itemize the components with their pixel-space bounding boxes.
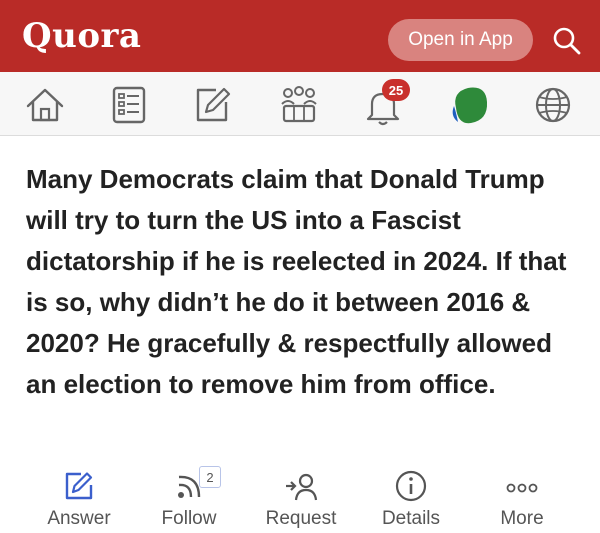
- more-button[interactable]: More: [467, 462, 577, 533]
- question-action-bar: Answer 2 Follow Request Details More: [0, 462, 600, 533]
- quora-logo[interactable]: Quora: [22, 16, 141, 56]
- info-icon: [395, 470, 427, 502]
- request-label: Request: [265, 508, 337, 529]
- search-icon[interactable]: [550, 24, 584, 58]
- home-icon[interactable]: [22, 82, 68, 128]
- globe-icon[interactable]: [530, 82, 576, 128]
- app-header: Quora Open in App: [0, 0, 600, 72]
- write-icon[interactable]: [190, 82, 236, 128]
- profile-avatar-icon[interactable]: [446, 82, 492, 128]
- follow-button[interactable]: 2 Follow: [134, 462, 244, 533]
- follow-count-badge: 2: [199, 466, 221, 488]
- notification-badge: 25: [382, 79, 410, 101]
- more-label: More: [500, 508, 544, 529]
- answer-pencil-icon: [65, 472, 93, 500]
- request-button[interactable]: Request: [246, 462, 356, 533]
- answer-label: Answer: [47, 508, 111, 529]
- open-in-app-button[interactable]: Open in App: [388, 19, 533, 61]
- answers-list-icon[interactable]: [106, 82, 152, 128]
- request-person-icon: [286, 473, 318, 501]
- details-label: Details: [381, 508, 441, 529]
- more-dots-icon: [506, 483, 538, 493]
- details-button[interactable]: Details: [356, 462, 466, 533]
- follow-label: Follow: [161, 508, 217, 529]
- answer-button[interactable]: Answer: [24, 462, 134, 533]
- spaces-icon[interactable]: [276, 82, 322, 128]
- question-title[interactable]: Many Democrats claim that Donald Trump w…: [26, 159, 586, 405]
- nav-bar: [0, 72, 600, 136]
